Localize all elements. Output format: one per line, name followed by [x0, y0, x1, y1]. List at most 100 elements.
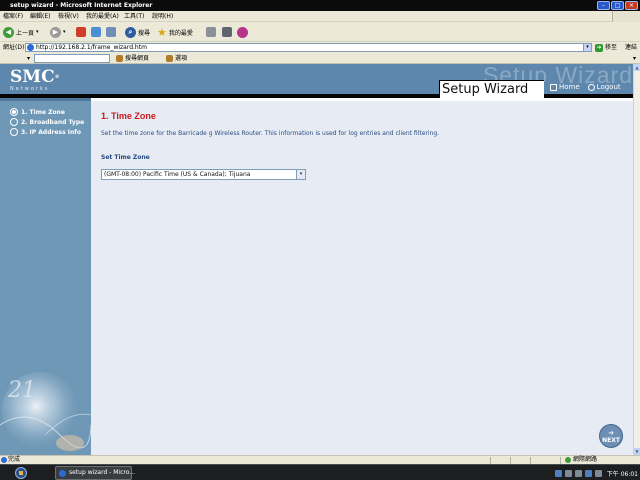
options-icon	[166, 55, 173, 62]
clock[interactable]: 下午 06:01	[607, 469, 638, 478]
menu-tools[interactable]: 工具(T)	[124, 11, 144, 22]
stop-icon	[76, 27, 86, 37]
ie-task-icon	[59, 470, 66, 477]
scroll-up-icon[interactable]: ▲	[634, 64, 640, 71]
home-icon	[550, 83, 557, 91]
network-icon[interactable]	[584, 469, 592, 477]
logo-text: SMC	[10, 67, 55, 87]
header-links: Home Logout	[550, 83, 621, 91]
status-separator	[510, 457, 511, 464]
logout-icon	[587, 83, 595, 91]
step-broadband-type[interactable]: 2. Broadband Type	[10, 118, 84, 126]
language-icon[interactable]	[554, 469, 562, 477]
refresh-button[interactable]	[91, 25, 101, 39]
volume-icon[interactable]	[594, 469, 602, 477]
status-text: 完成	[8, 456, 21, 463]
messenger-button[interactable]	[237, 25, 248, 39]
menu-file[interactable]: 檔案(F)	[3, 11, 23, 22]
page-scrollbar[interactable]: ▲ ▼	[633, 64, 640, 455]
status-bar: 完成 網際網路	[0, 455, 640, 464]
menu-edit[interactable]: 編輯(E)	[30, 11, 50, 22]
address-input[interactable]: http://192.168.2.1/frame_wizard.htm	[25, 43, 592, 52]
menu-bar: 檔案(F) 編輯(E) 檢視(V) 我的最愛(A) 工具(T) 說明(H)	[0, 11, 640, 22]
system-tray: 下午 06:01	[554, 467, 638, 479]
address-bar: 網址(D) http://192.168.2.1/frame_wizard.ht…	[0, 42, 640, 53]
chevron-down-icon[interactable]: ▾	[296, 170, 305, 179]
home-icon	[106, 27, 116, 37]
messenger-icon	[237, 26, 248, 38]
home-button[interactable]	[106, 25, 116, 39]
forward-dropdown-icon[interactable]: ▾	[63, 29, 66, 35]
go-button[interactable]: ➜ 移至	[595, 43, 617, 52]
window-controls: – □ ×	[597, 1, 638, 10]
back-dropdown-icon[interactable]: ▾	[36, 29, 39, 35]
svg-text:21: 21	[7, 378, 36, 403]
search-label: 搜尋	[138, 29, 151, 37]
next-label: NEXT	[602, 437, 620, 444]
forward-button[interactable]: ▶ ▾	[50, 25, 66, 39]
address-label: 網址(D)	[3, 44, 25, 51]
step-label: 3. IP Address Info	[21, 128, 81, 136]
address-url: http://192.168.2.1/frame_wizard.htm	[36, 44, 147, 51]
taskbar-item-setup-wizard[interactable]: setup wizard - Micro...	[55, 466, 135, 480]
maximize-button[interactable]: □	[611, 1, 624, 10]
menu-favorites[interactable]: 我的最愛(A)	[86, 11, 119, 22]
tray-icon[interactable]	[564, 469, 572, 477]
search-web-button[interactable]: 搜尋網頁	[116, 53, 149, 64]
menu-help[interactable]: 說明(H)	[152, 11, 173, 22]
time-zone-value: (GMT-08:00) Pacific Time (US & Canada); …	[104, 171, 251, 178]
logout-link[interactable]: Logout	[587, 83, 621, 91]
ie-page-icon	[27, 44, 34, 51]
main-top-strip	[91, 98, 633, 101]
zone-label: 網際網路	[573, 456, 598, 463]
close-button[interactable]: ×	[625, 1, 638, 10]
minimize-button[interactable]: –	[597, 1, 610, 10]
back-arrow-icon: ◀	[3, 26, 14, 38]
step-time-zone[interactable]: 1. Time Zone	[10, 108, 65, 116]
search-provider-dropdown[interactable]: ▾	[27, 53, 30, 64]
go-label: 移至	[605, 44, 618, 51]
toolbar-options-icon[interactable]: ▾	[633, 53, 636, 64]
search-bar: ▾ 搜尋網頁 選項 ▾	[0, 53, 640, 64]
next-button[interactable]: ➔ NEXT	[599, 424, 623, 448]
web-search-input[interactable]	[34, 54, 110, 63]
search-button[interactable]: ⌕ 搜尋	[125, 25, 150, 39]
links-button[interactable]: 連結	[625, 42, 637, 53]
mail-button[interactable]	[206, 25, 216, 39]
forward-arrow-icon: ▶	[50, 26, 61, 38]
status-separator	[490, 457, 491, 464]
start-button[interactable]	[3, 466, 39, 480]
status-separator	[560, 457, 561, 464]
wizard-title: Setup Wizard	[442, 82, 529, 97]
security-zone: 網際網路	[565, 456, 597, 464]
stop-button[interactable]	[76, 25, 86, 39]
time-zone-select[interactable]: (GMT-08:00) Pacific Time (US & Canada); …	[101, 169, 306, 180]
back-button[interactable]: ◀ 上一頁 ▾	[3, 25, 39, 39]
step-label: 1. Time Zone	[21, 108, 65, 116]
next-arrow-icon: ➔	[608, 429, 614, 437]
address-dropdown-button[interactable]: ▾	[583, 43, 592, 52]
print-button[interactable]	[222, 25, 232, 39]
go-arrow-icon: ➜	[595, 43, 603, 52]
menu-view[interactable]: 檢視(V)	[58, 11, 79, 22]
scroll-down-icon[interactable]: ▼	[634, 448, 640, 455]
favorites-button[interactable]: ★ 我的最愛	[157, 25, 193, 39]
step-bullet-icon	[10, 128, 18, 136]
tray-icon[interactable]	[574, 469, 582, 477]
options-button[interactable]: 選項	[166, 53, 187, 64]
window-titlebar: setup wizard - Microsoft Internet Explor…	[0, 0, 640, 11]
logout-link-label: Logout	[596, 83, 621, 91]
globe-icon	[565, 457, 571, 463]
taskbar: setup wizard - Micro... 下午 06:01	[0, 464, 640, 480]
search-icon: ⌕	[125, 26, 136, 38]
wizard-main-panel: 1. Time Zone Set the time zone for the B…	[91, 98, 633, 455]
windows-flag-icon	[612, 11, 640, 22]
binoculars-icon	[116, 55, 123, 62]
home-link[interactable]: Home	[550, 83, 580, 91]
step-label: 2. Broadband Type	[21, 118, 85, 126]
step-bullet-selected-icon	[10, 108, 18, 116]
search-web-label: 搜尋網頁	[125, 55, 150, 62]
step-ip-address-info[interactable]: 3. IP Address Info	[10, 128, 81, 136]
status-separator	[530, 457, 531, 464]
page-viewport: SMC® Networks Setup Wizard Setup Wizard …	[0, 64, 633, 455]
